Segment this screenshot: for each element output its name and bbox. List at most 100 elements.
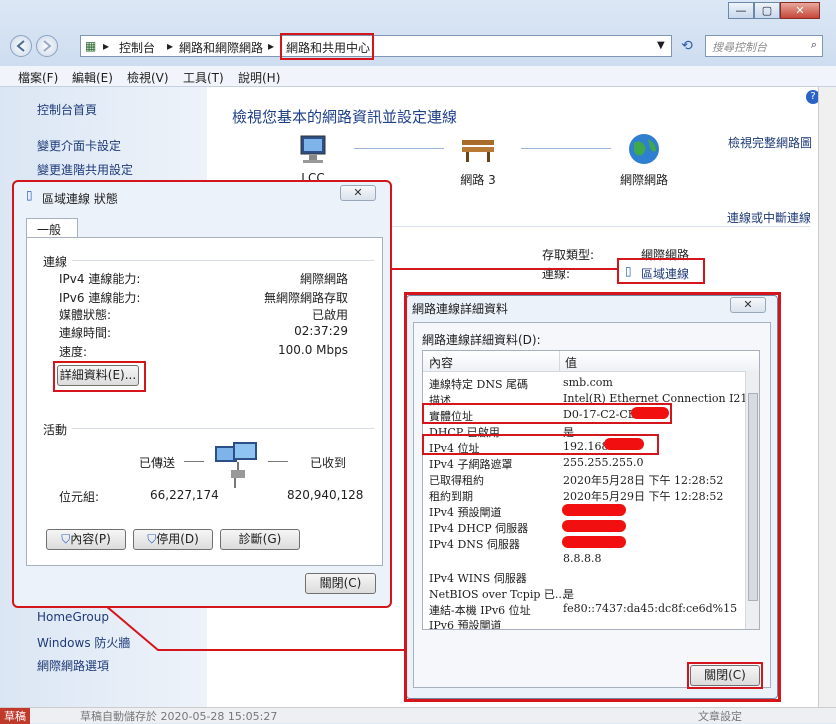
- window-caption-buttons: — ▢ ✕: [728, 2, 820, 20]
- media-state-value: 已啟用: [311, 308, 348, 322]
- row-value: 8.8.8.8: [563, 552, 602, 565]
- vertical-scrollbar[interactable]: [818, 87, 836, 707]
- menu-edit[interactable]: 編輯(E): [72, 69, 113, 86]
- link-homegroup[interactable]: HomeGroup: [37, 610, 109, 624]
- breadcrumb-control-panel[interactable]: 控制台: [119, 39, 155, 56]
- row-property: IPv4 預設閘道: [429, 506, 502, 519]
- ipv4-connectivity-value: 網際網路: [299, 272, 348, 286]
- search-icon[interactable]: ⌕: [811, 38, 817, 52]
- tab-general-label: 一般: [37, 223, 62, 237]
- table-row[interactable]: 連結-本機 IPv6 位址 fe80::7437:da45:dc8f:ce6d%1…: [423, 601, 743, 617]
- link-advanced-sharing[interactable]: 變更進階共用設定: [37, 161, 133, 178]
- search-placeholder: 搜尋控制台: [712, 41, 767, 54]
- row-value: 2020年5月28日 下午 12:28:52: [563, 474, 724, 487]
- row-property: IPv4 DNS 伺服器: [429, 538, 520, 551]
- row-property: IPv4 子網路遮罩: [429, 458, 513, 471]
- speed-value: 100.0 Mbps: [277, 343, 348, 357]
- menu-tools[interactable]: 工具(T): [183, 69, 224, 86]
- table-row[interactable]: 連線特定 DNS 尾碼 smb.com: [423, 375, 743, 391]
- list-header: 內容 值: [423, 351, 759, 372]
- row-value: smb.com: [563, 376, 613, 389]
- sent-label: 已傳送: [139, 456, 176, 470]
- scroll-thumb[interactable]: [748, 393, 758, 601]
- close-icon[interactable]: ✕: [340, 185, 376, 201]
- row-property: IPv4 DHCP 伺服器: [429, 522, 529, 535]
- link-view-full-map[interactable]: 檢視完整網路圖: [728, 134, 812, 151]
- table-row[interactable]: NetBIOS over Tcpip 已... 是: [423, 585, 743, 601]
- forward-button[interactable]: [36, 35, 58, 57]
- breadcrumb-network-internet[interactable]: 網路和網際網路: [179, 39, 263, 56]
- highlight-box: [280, 33, 374, 60]
- close-window-button[interactable]: ✕: [780, 2, 820, 19]
- properties-button[interactable]: ⛉內容(P): [46, 529, 126, 550]
- node-label-network: 網路 3: [460, 173, 496, 187]
- status-close-button[interactable]: 關閉(C): [305, 573, 376, 594]
- network-bench-icon: [458, 134, 498, 169]
- table-row[interactable]: IPv6 預設閘道: [423, 616, 743, 629]
- redaction-mark: [562, 536, 626, 548]
- diagnose-button[interactable]: 診斷(G): [220, 529, 300, 550]
- back-button[interactable]: [10, 35, 32, 57]
- received-label: 已收到: [310, 456, 347, 470]
- search-input[interactable]: 搜尋控制台 ⌕: [705, 35, 823, 57]
- row-property: NetBIOS over Tcpip 已...: [429, 588, 566, 601]
- speed-label: 速度:: [59, 345, 88, 359]
- dialog-title: 區域連線 狀態: [42, 192, 118, 206]
- node-label-internet: 網際網路: [619, 173, 668, 187]
- tab-general[interactable]: 一般: [26, 218, 78, 238]
- table-row[interactable]: 租約到期 2020年5月29日 下午 12:28:52: [423, 487, 743, 503]
- redaction-mark: [562, 504, 626, 516]
- close-icon[interactable]: ✕: [730, 297, 766, 313]
- row-value: 2020年5月29日 下午 12:28:52: [563, 490, 724, 503]
- menu-help[interactable]: 說明(H): [238, 69, 280, 86]
- list-scrollbar[interactable]: [745, 371, 759, 629]
- properties-button-label: 內容(P): [70, 532, 111, 546]
- table-row[interactable]: 8.8.8.8: [423, 551, 743, 567]
- column-header-property[interactable]: 內容: [429, 354, 453, 371]
- link-control-panel-home[interactable]: 控制台首頁: [37, 101, 97, 118]
- column-header-value[interactable]: 值: [565, 354, 577, 371]
- link-change-adapter-settings[interactable]: 變更介面卡設定: [37, 137, 121, 154]
- column-divider: [559, 351, 560, 371]
- details-list[interactable]: 內容 值 連線特定 DNS 尾碼 smb.com 描述 Intel(R) Ether…: [422, 350, 760, 630]
- chevron-down-icon[interactable]: ▼: [657, 40, 665, 51]
- table-row[interactable]: 已取得租約 2020年5月28日 下午 12:28:52: [423, 471, 743, 487]
- bytes-sent-value: 66,227,174: [150, 488, 219, 502]
- disable-button-label: 停用(D): [156, 532, 199, 546]
- control-panel-icon: ▦: [85, 39, 97, 53]
- breadcrumb-separator: ▸: [268, 39, 275, 53]
- section-divider: [72, 260, 374, 261]
- page-title: 檢視您基本的網路資訊並設定連線: [232, 108, 458, 126]
- menu-file[interactable]: 檔案(F): [18, 69, 58, 86]
- activity-dash: [184, 461, 204, 462]
- table-row[interactable]: IPv4 WINS 伺服器: [423, 569, 743, 585]
- address-bar[interactable]: ▦ ▸ 控制台 ▸ 網路和網際網路 ▸ 網路和共用中心 ▼: [80, 35, 672, 57]
- row-value: 255.255.255.0: [563, 456, 644, 469]
- section-activity-heading: 活動: [43, 423, 68, 437]
- row-property: 租約到期: [429, 490, 473, 503]
- minimize-button[interactable]: —: [728, 2, 754, 19]
- row-property: 連線特定 DNS 尾碼: [429, 378, 528, 391]
- disable-button[interactable]: ⛉停用(D): [133, 529, 213, 550]
- network-activity-icon: [211, 440, 267, 495]
- callout-line: [389, 268, 617, 270]
- refresh-icon[interactable]: ⟲: [676, 35, 698, 57]
- computer-icon: [295, 134, 331, 169]
- maximize-button[interactable]: ▢: [754, 2, 780, 19]
- highlight-box: [617, 258, 705, 284]
- shield-icon: ⛉: [61, 532, 71, 546]
- section-divider: [72, 428, 374, 429]
- highlight-box: [422, 434, 659, 455]
- globe-icon: [626, 131, 662, 170]
- highlight-box: [687, 662, 763, 689]
- table-row[interactable]: IPv4 子網路遮罩 255.255.255.0: [423, 455, 743, 471]
- row-value: fe80::7437:da45:dc8f:ce6d%15: [563, 602, 738, 615]
- row-property: IPv4 WINS 伺服器: [429, 572, 527, 585]
- link-connect-disconnect[interactable]: 連線或中斷連線: [727, 209, 811, 226]
- link-internet-options[interactable]: 網際網路選項: [37, 657, 109, 674]
- duration-value: 02:37:29: [294, 324, 348, 338]
- ipv6-connectivity-label: IPv6 連線能力:: [59, 291, 141, 305]
- network-link-line: [521, 148, 611, 149]
- menu-view[interactable]: 檢視(V): [127, 69, 169, 86]
- network-link-line: [354, 148, 444, 149]
